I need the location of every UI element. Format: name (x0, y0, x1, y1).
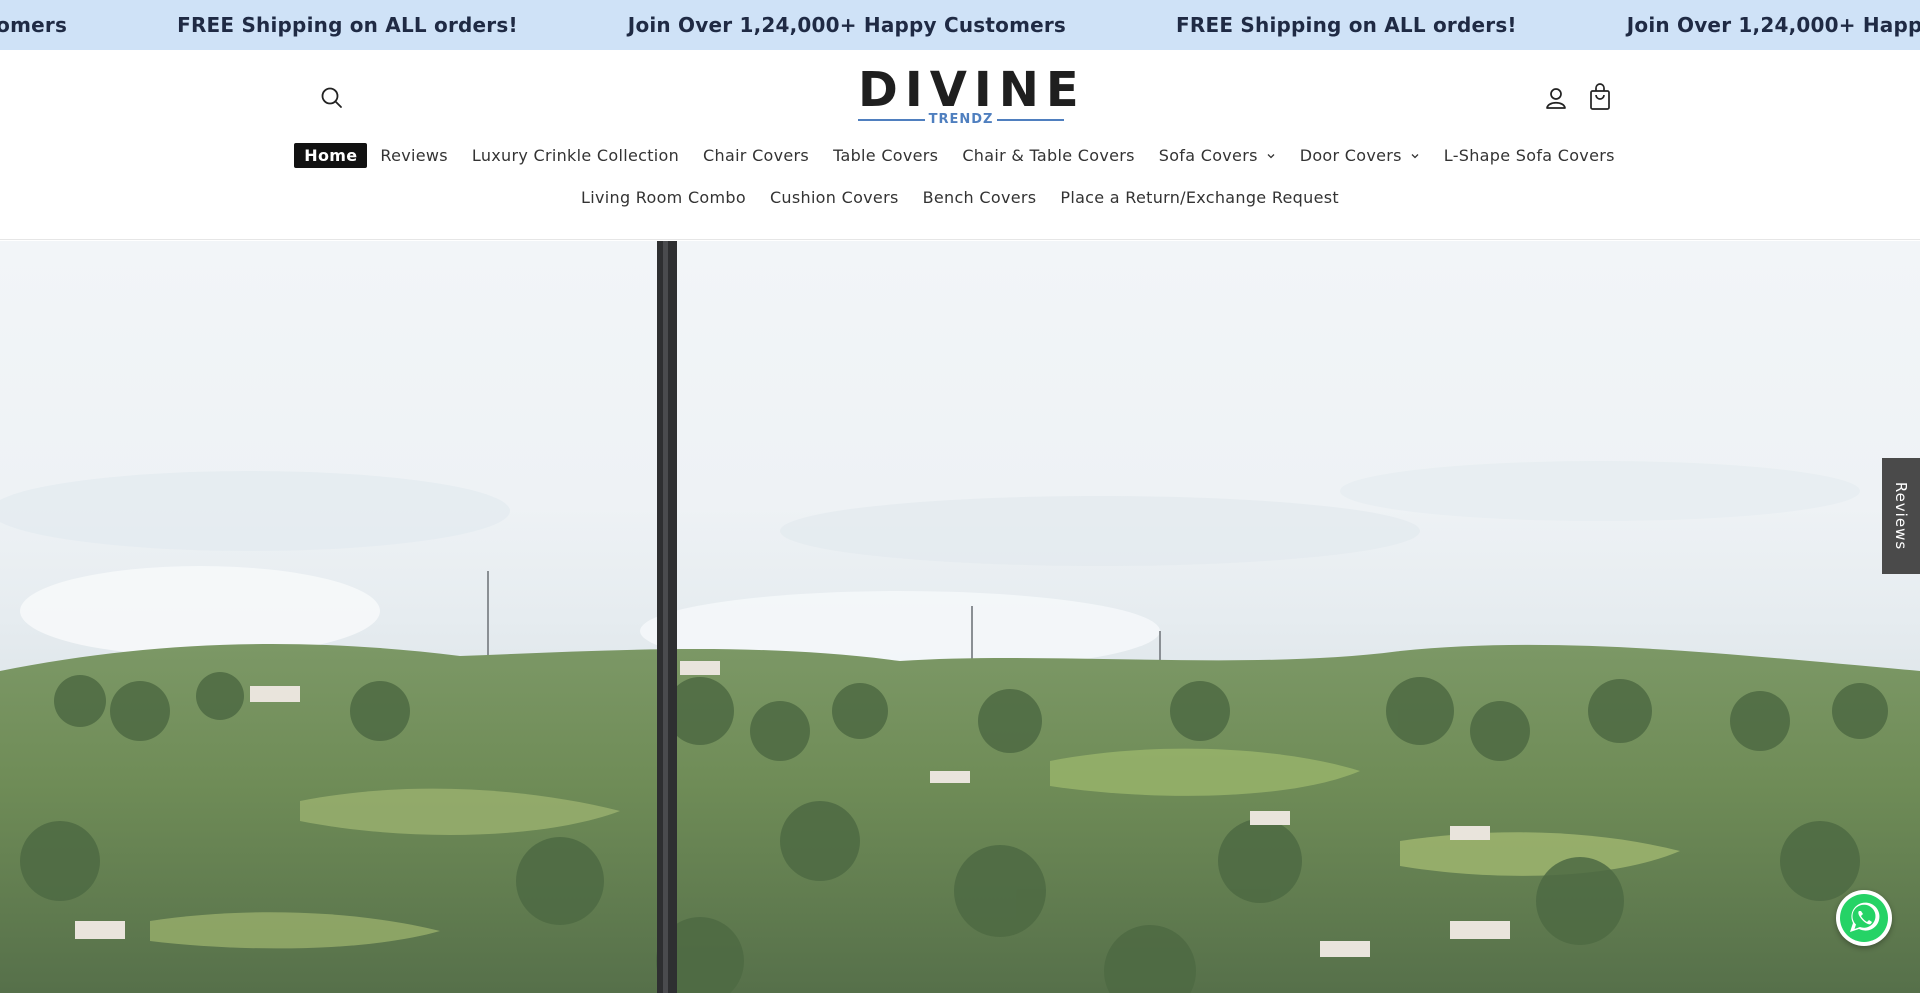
cart-button[interactable] (1586, 82, 1614, 112)
reviews-side-tab-label: Reviews (1892, 481, 1910, 551)
logo-wordmark: DIVINE (858, 62, 1086, 118)
announcement-item: FREE Shipping on ALL orders! (1176, 13, 1517, 37)
nav-item-label: Bench Covers (922, 188, 1037, 207)
whatsapp-icon (1840, 894, 1888, 942)
reviews-side-tab[interactable]: Reviews (1882, 458, 1920, 574)
announcement-item: Join Over 1,24,000+ Happy Customers (627, 13, 1067, 37)
nav-item-living-room-combo[interactable]: Living Room Combo (570, 185, 757, 210)
brand-logo[interactable]: DIVINE TRENDZ (858, 62, 1086, 127)
main-nav-row-1: Home Reviews Luxury Crinkle Collection C… (0, 143, 1920, 168)
search-icon (321, 87, 342, 108)
nav-item-label: Place a Return/Exchange Request (1060, 188, 1339, 207)
nav-item-return-exchange[interactable]: Place a Return/Exchange Request (1049, 185, 1350, 210)
account-button[interactable] (1542, 84, 1570, 112)
announcement-bar: Customers FREE Shipping on ALL orders! J… (0, 0, 1920, 50)
search-button[interactable] (318, 84, 346, 112)
nav-item-cushion-covers[interactable]: Cushion Covers (759, 185, 910, 210)
whatsapp-button[interactable] (1836, 890, 1892, 946)
nav-item-label: Sofa Covers (1158, 146, 1258, 165)
nav-item-label: Reviews (380, 146, 448, 165)
nav-item-chair-covers[interactable]: Chair Covers (692, 143, 820, 168)
nav-item-label: Door Covers (1299, 146, 1402, 165)
announcement-item: Join Over 1,24,000+ Happy Customers (1626, 13, 1920, 37)
nav-item-label: Chair Covers (703, 146, 810, 165)
nav-item-door-covers[interactable]: Door Covers (1289, 143, 1431, 168)
announcement-track: Customers FREE Shipping on ALL orders! J… (0, 0, 1920, 50)
nav-item-reviews[interactable]: Reviews (369, 143, 459, 168)
main-nav-row-2: Living Room Combo Cushion Covers Bench C… (0, 185, 1920, 210)
nav-item-label: Home (304, 146, 358, 165)
nav-item-l-shape-sofa-covers[interactable]: L-Shape Sofa Covers (1433, 143, 1626, 168)
nav-item-chair-table-covers[interactable]: Chair & Table Covers (951, 143, 1145, 168)
hero-banner-image (0, 241, 1920, 993)
nav-item-bench-covers[interactable]: Bench Covers (912, 185, 1048, 210)
user-icon (1546, 88, 1566, 109)
nav-item-label: Chair & Table Covers (962, 146, 1135, 165)
nav-item-luxury-crinkle[interactable]: Luxury Crinkle Collection (461, 143, 690, 168)
logo-divider (997, 118, 1065, 121)
logo-divider (858, 118, 925, 121)
chevron-down-icon (1267, 153, 1275, 158)
announcement-item: Customers (0, 13, 68, 37)
nav-item-label: Cushion Covers (769, 188, 899, 207)
announcement-item: FREE Shipping on ALL orders! (177, 13, 518, 37)
logo-subtitle: TRENDZ (928, 112, 994, 127)
nav-item-table-covers[interactable]: Table Covers (822, 143, 949, 168)
nav-item-home[interactable]: Home (294, 143, 368, 168)
nav-item-sofa-covers[interactable]: Sofa Covers (1148, 143, 1287, 168)
nav-item-label: L-Shape Sofa Covers (1443, 146, 1615, 165)
site-header: DIVINE TRENDZ Home Reviews Luxury Crinkl… (0, 50, 1920, 240)
nav-item-label: Luxury Crinkle Collection (471, 146, 680, 165)
hero-landscape (0, 241, 1920, 993)
chevron-down-icon (1411, 153, 1419, 158)
nav-item-label: Table Covers (833, 146, 939, 165)
nav-item-label: Living Room Combo (581, 188, 746, 207)
cart-icon (1590, 83, 1610, 110)
